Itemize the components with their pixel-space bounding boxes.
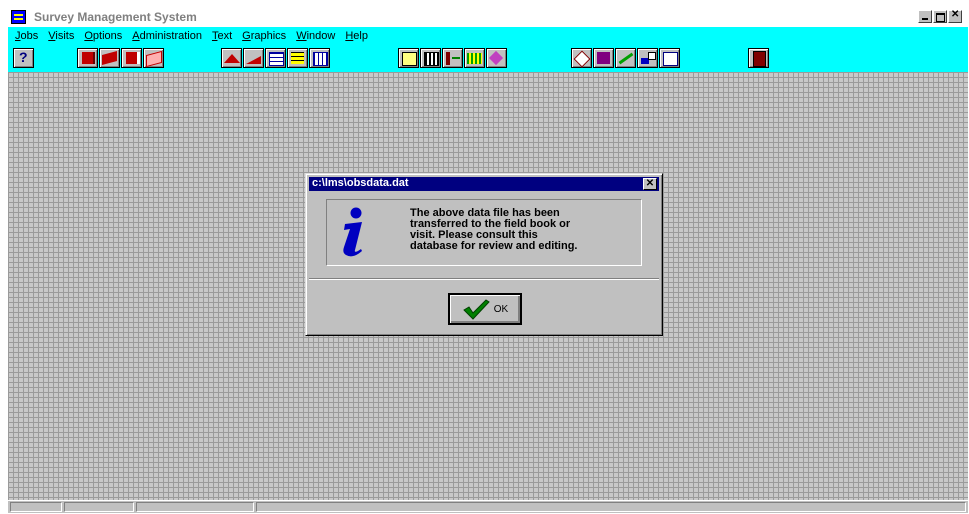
- red-books-icon[interactable]: [99, 48, 120, 68]
- data-grid-icon[interactable]: [309, 48, 330, 68]
- exit-door-icon[interactable]: [748, 48, 769, 68]
- calculator-icon[interactable]: [420, 48, 441, 68]
- ok-label: OK: [493, 303, 509, 315]
- blank-window-icon[interactable]: [659, 48, 680, 68]
- ok-button[interactable]: OK: [448, 293, 522, 325]
- menu-text[interactable]: Text: [212, 30, 232, 42]
- menu-administration[interactable]: Administration: [132, 30, 202, 42]
- status-panel: [136, 502, 254, 512]
- message-text: The above data file has been transferred…: [410, 207, 578, 252]
- red-page-icon[interactable]: [121, 48, 142, 68]
- menu-help[interactable]: Help: [345, 30, 368, 42]
- info-icon: [343, 207, 362, 257]
- red-book-icon[interactable]: [77, 48, 98, 68]
- menu-window[interactable]: Window: [296, 30, 335, 42]
- toolbar: ?: [8, 44, 968, 72]
- message-panel: The above data file has been transferred…: [326, 199, 642, 266]
- app-icon[interactable]: [11, 10, 26, 24]
- menu-bar: Jobs Visits Options Administration Text …: [8, 27, 968, 44]
- minimize-button[interactable]: [918, 10, 932, 23]
- maximize-button[interactable]: [933, 10, 947, 23]
- red-triangle-icon[interactable]: [221, 48, 242, 68]
- status-panel: [10, 502, 62, 512]
- dialog-title: c:\lms\obsdata.dat: [312, 177, 409, 189]
- menu-jobs[interactable]: Jobs: [15, 30, 38, 42]
- purple-square-icon[interactable]: [593, 48, 614, 68]
- pink-pages-icon[interactable]: [143, 48, 164, 68]
- table-grid-icon[interactable]: [265, 48, 286, 68]
- checkmark-icon: [462, 299, 490, 320]
- help-label: ?: [19, 49, 28, 65]
- chart-bars-icon[interactable]: [442, 48, 463, 68]
- status-bar: [8, 500, 968, 513]
- yellow-table-icon[interactable]: [287, 48, 308, 68]
- help-icon[interactable]: ?: [13, 48, 34, 68]
- green-pencil-icon[interactable]: [615, 48, 636, 68]
- copy-table-icon[interactable]: [398, 48, 419, 68]
- menu-options[interactable]: Options: [84, 30, 122, 42]
- diamond-icon[interactable]: [571, 48, 592, 68]
- message-dialog: c:\lms\obsdata.dat ✕ The above data file…: [305, 173, 663, 336]
- status-panel: [256, 502, 966, 512]
- dialog-separator: [309, 278, 659, 280]
- drag-icon[interactable]: [637, 48, 658, 68]
- purple-shape-icon[interactable]: [486, 48, 507, 68]
- dialog-title-bar[interactable]: c:\lms\obsdata.dat ✕: [309, 177, 659, 191]
- window-controls: [917, 9, 962, 23]
- close-button[interactable]: [948, 9, 962, 23]
- title-bar[interactable]: Survey Management System: [8, 8, 968, 27]
- menu-graphics[interactable]: Graphics: [242, 30, 286, 42]
- green-chart-icon[interactable]: [464, 48, 485, 68]
- red-wedge-icon[interactable]: [243, 48, 264, 68]
- status-panel: [64, 502, 134, 512]
- dialog-close-button[interactable]: ✕: [643, 178, 657, 190]
- menu-visits[interactable]: Visits: [48, 30, 74, 42]
- app-title: Survey Management System: [34, 10, 197, 24]
